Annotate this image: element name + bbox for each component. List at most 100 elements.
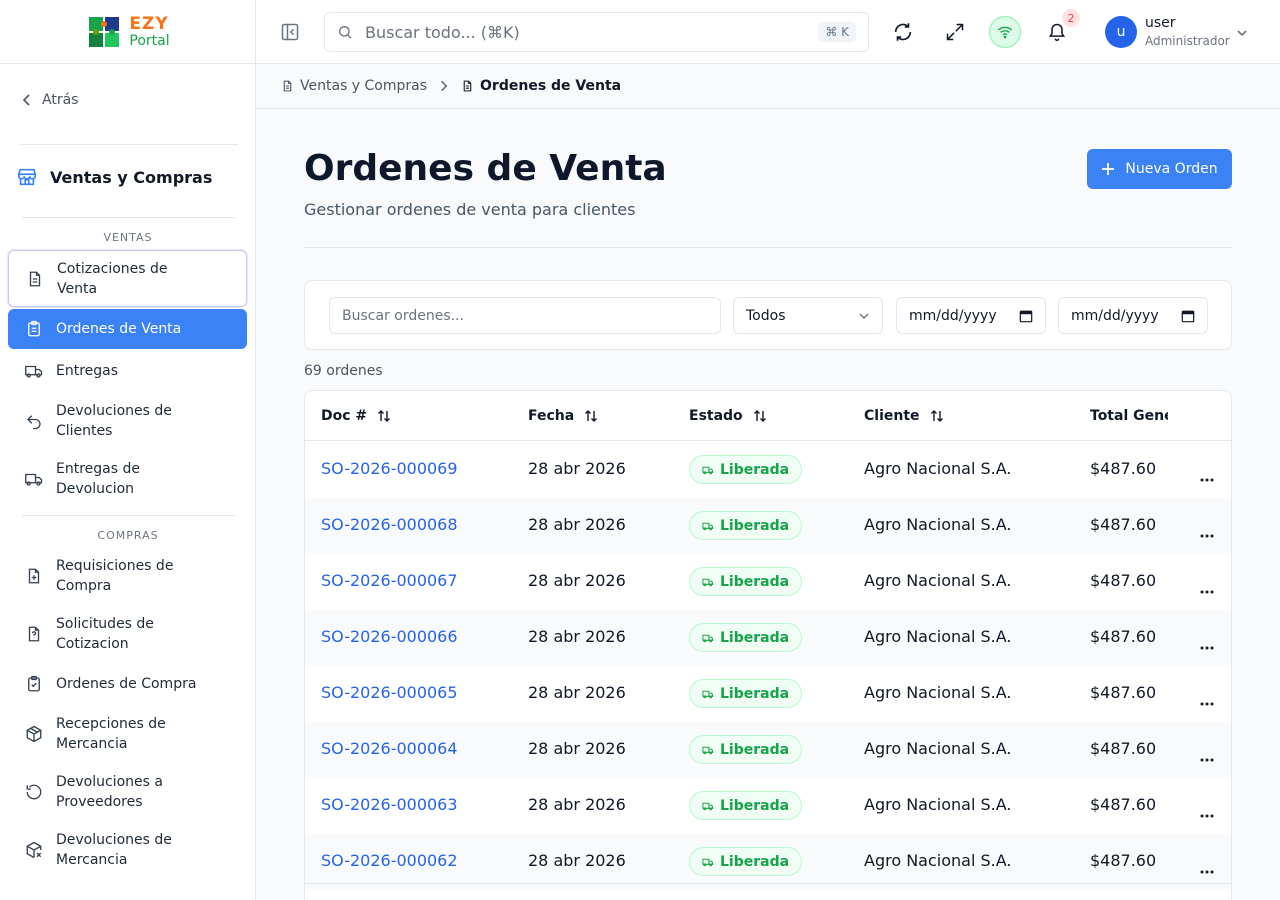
user-name[interactable]: user (1145, 15, 1176, 31)
truck-icon (702, 634, 714, 642)
sidebar: EZY Portal Atrás Ventas y Compras VENTAS… (0, 0, 256, 900)
customer-cell: Agro Nacional S.A. (864, 851, 1012, 870)
table-row[interactable]: SO-2026-000065 28 abr 2026 Liberada Agro Na… (305, 665, 1231, 721)
order-search-input[interactable]: Buscar ordenes... (329, 297, 721, 334)
sidebar-item-recepciones-mercancia[interactable]: Recepciones de Mercancia (8, 713, 247, 755)
status-select[interactable]: Todos (733, 297, 883, 334)
customer-cell: Agro Nacional S.A. (864, 627, 1012, 646)
sidebar-item-solicitudes-cotizacion[interactable]: Solicitudes de Cotizacion (8, 613, 247, 655)
status-select-value: Todos (746, 307, 786, 324)
more-actions-icon[interactable] (1200, 859, 1214, 878)
avatar[interactable]: u (1105, 16, 1137, 48)
package-icon (24, 724, 44, 744)
total-cell: $487.60 (1090, 739, 1157, 758)
doc-number-link[interactable]: SO-2026-000065 (321, 683, 458, 702)
table-row[interactable]: SO-2026-000067 28 abr 2026 Liberada Agro Na… (305, 553, 1231, 609)
sidebar-item-devoluciones-clientes[interactable]: Devoluciones de Clientes (8, 400, 247, 442)
status-badge-label: Liberada (720, 797, 790, 814)
connection-status-icon[interactable] (989, 16, 1021, 48)
sidebar-item-entregas[interactable]: Entregas (8, 351, 247, 391)
date-to-input[interactable]: mm/dd/yyyy (1058, 297, 1208, 334)
truck-icon (702, 858, 714, 866)
total-cell: $487.60 (1090, 515, 1157, 534)
table-row[interactable]: SO-2026-000064 28 abr 2026 Liberada Agro Na… (305, 721, 1231, 777)
sidebar-item-label: Solicitudes de Cotizacion (56, 616, 154, 652)
more-actions-icon[interactable] (1200, 579, 1214, 598)
clipboard-list-icon (24, 319, 44, 339)
doc-number-link[interactable]: SO-2026-000066 (321, 627, 458, 646)
doc-number-link[interactable]: SO-2026-000067 (321, 571, 458, 590)
truck-icon (702, 690, 714, 698)
more-actions-icon[interactable] (1200, 747, 1214, 766)
document-icon (25, 269, 45, 289)
truck-icon (702, 802, 714, 810)
column-header-estado[interactable]: Estado (689, 408, 767, 424)
column-header-total[interactable]: Total General (1090, 408, 1168, 424)
search-shortcut-badge: ⌘ K (818, 22, 856, 42)
global-search-input[interactable]: Buscar todo... (⌘K) ⌘ K (324, 12, 869, 52)
global-search-placeholder: Buscar todo... (⌘K) (365, 22, 520, 42)
column-header-fecha[interactable]: Fecha (528, 408, 598, 424)
doc-number-link[interactable]: SO-2026-000063 (321, 795, 458, 814)
refresh-icon[interactable] (891, 20, 915, 44)
filter-bar: Buscar ordenes... Todos mm/dd/yyyy mm/dd… (304, 280, 1232, 350)
date-cell: 28 abr 2026 (528, 571, 626, 590)
chevron-down-icon[interactable] (1236, 24, 1248, 43)
date-cell: 28 abr 2026 (528, 627, 626, 646)
sidebar-item-label: Recepciones de Mercancia (56, 716, 166, 752)
doc-number-link[interactable]: SO-2026-000068 (321, 515, 458, 534)
doc-number-link[interactable]: SO-2026-000064 (321, 739, 458, 758)
module-title: Ventas y Compras (16, 166, 212, 188)
status-badge: Liberada (689, 791, 803, 820)
more-actions-icon[interactable] (1200, 691, 1214, 710)
sidebar-item-label: Cotizaciones de Venta (57, 260, 168, 297)
sidebar-item-devoluciones-proveedores[interactable]: Devoluciones a Proveedores (8, 771, 247, 813)
sidebar-item-ordenes-venta[interactable]: Ordenes de Venta (8, 309, 247, 349)
undo-arrow-icon (24, 411, 44, 431)
sidebar-item-devoluciones-mercancia[interactable]: Devoluciones de Mercancia (8, 829, 247, 871)
new-order-button[interactable]: Nueva Orden (1087, 149, 1232, 189)
customer-cell: Agro Nacional S.A. (864, 459, 1012, 478)
sort-icon (930, 410, 943, 422)
breadcrumb-label: Ordenes de Venta (480, 78, 622, 94)
doc-number-link[interactable]: SO-2026-000069 (321, 459, 458, 478)
page-title: Ordenes de Venta (304, 148, 667, 189)
status-badge-label: Liberada (720, 461, 790, 478)
divider (305, 883, 1231, 884)
status-badge-label: Liberada (720, 853, 790, 870)
table-row[interactable]: SO-2026-000062 28 abr 2026 Liberada Agro Na… (305, 833, 1231, 889)
sidebar-item-entregas-devolucion[interactable]: Entregas de Devolucion (8, 458, 247, 500)
sidebar-item-ordenes-compra[interactable]: Ordenes de Compra (8, 664, 247, 704)
fullscreen-icon[interactable] (943, 20, 967, 44)
more-actions-icon[interactable] (1200, 523, 1214, 542)
more-actions-icon[interactable] (1200, 635, 1214, 654)
table-row[interactable]: SO-2026-000068 28 abr 2026 Liberada Agro Na… (305, 497, 1231, 553)
column-header-cliente[interactable]: Cliente (864, 408, 944, 424)
status-badge: Liberada (689, 735, 803, 764)
status-badge-label: Liberada (720, 629, 790, 646)
total-cell: $487.60 (1090, 571, 1157, 590)
date-cell: 28 abr 2026 (528, 851, 626, 870)
sidebar-toggle-icon[interactable] (280, 22, 300, 42)
new-order-label: Nueva Orden (1125, 161, 1218, 177)
sidebar-item-cotizaciones-venta[interactable]: Cotizaciones de Venta (8, 250, 247, 307)
column-header-label: Doc # (321, 408, 368, 424)
sidebar-item-label: Ordenes de Compra (56, 676, 197, 692)
calendar-icon (1181, 310, 1195, 322)
total-cell: $487.60 (1090, 851, 1157, 870)
more-actions-icon[interactable] (1200, 467, 1214, 486)
more-actions-icon[interactable] (1200, 803, 1214, 822)
customer-cell: Agro Nacional S.A. (864, 515, 1012, 534)
sidebar-item-requisiciones-compra[interactable]: Requisiciones de Compra (8, 555, 247, 597)
table-row[interactable]: SO-2026-000066 28 abr 2026 Liberada Agro Na… (305, 609, 1231, 665)
customer-cell: Agro Nacional S.A. (864, 795, 1012, 814)
table-row[interactable]: SO-2026-000069 28 abr 2026 Liberada Agro Na… (305, 441, 1231, 497)
back-link[interactable]: Atrás (22, 92, 78, 108)
column-header-doc[interactable]: Doc # (321, 408, 391, 424)
breadcrumb-item[interactable]: Ventas y Compras (281, 78, 427, 94)
table-row[interactable]: SO-2026-000063 28 abr 2026 Liberada Agro Na… (305, 777, 1231, 833)
logo[interactable]: EZY Portal (0, 0, 255, 64)
date-from-input[interactable]: mm/dd/yyyy (896, 297, 1046, 334)
sidebar-item-label: Ordenes de Venta (56, 321, 182, 337)
doc-number-link[interactable]: SO-2026-000062 (321, 851, 458, 870)
